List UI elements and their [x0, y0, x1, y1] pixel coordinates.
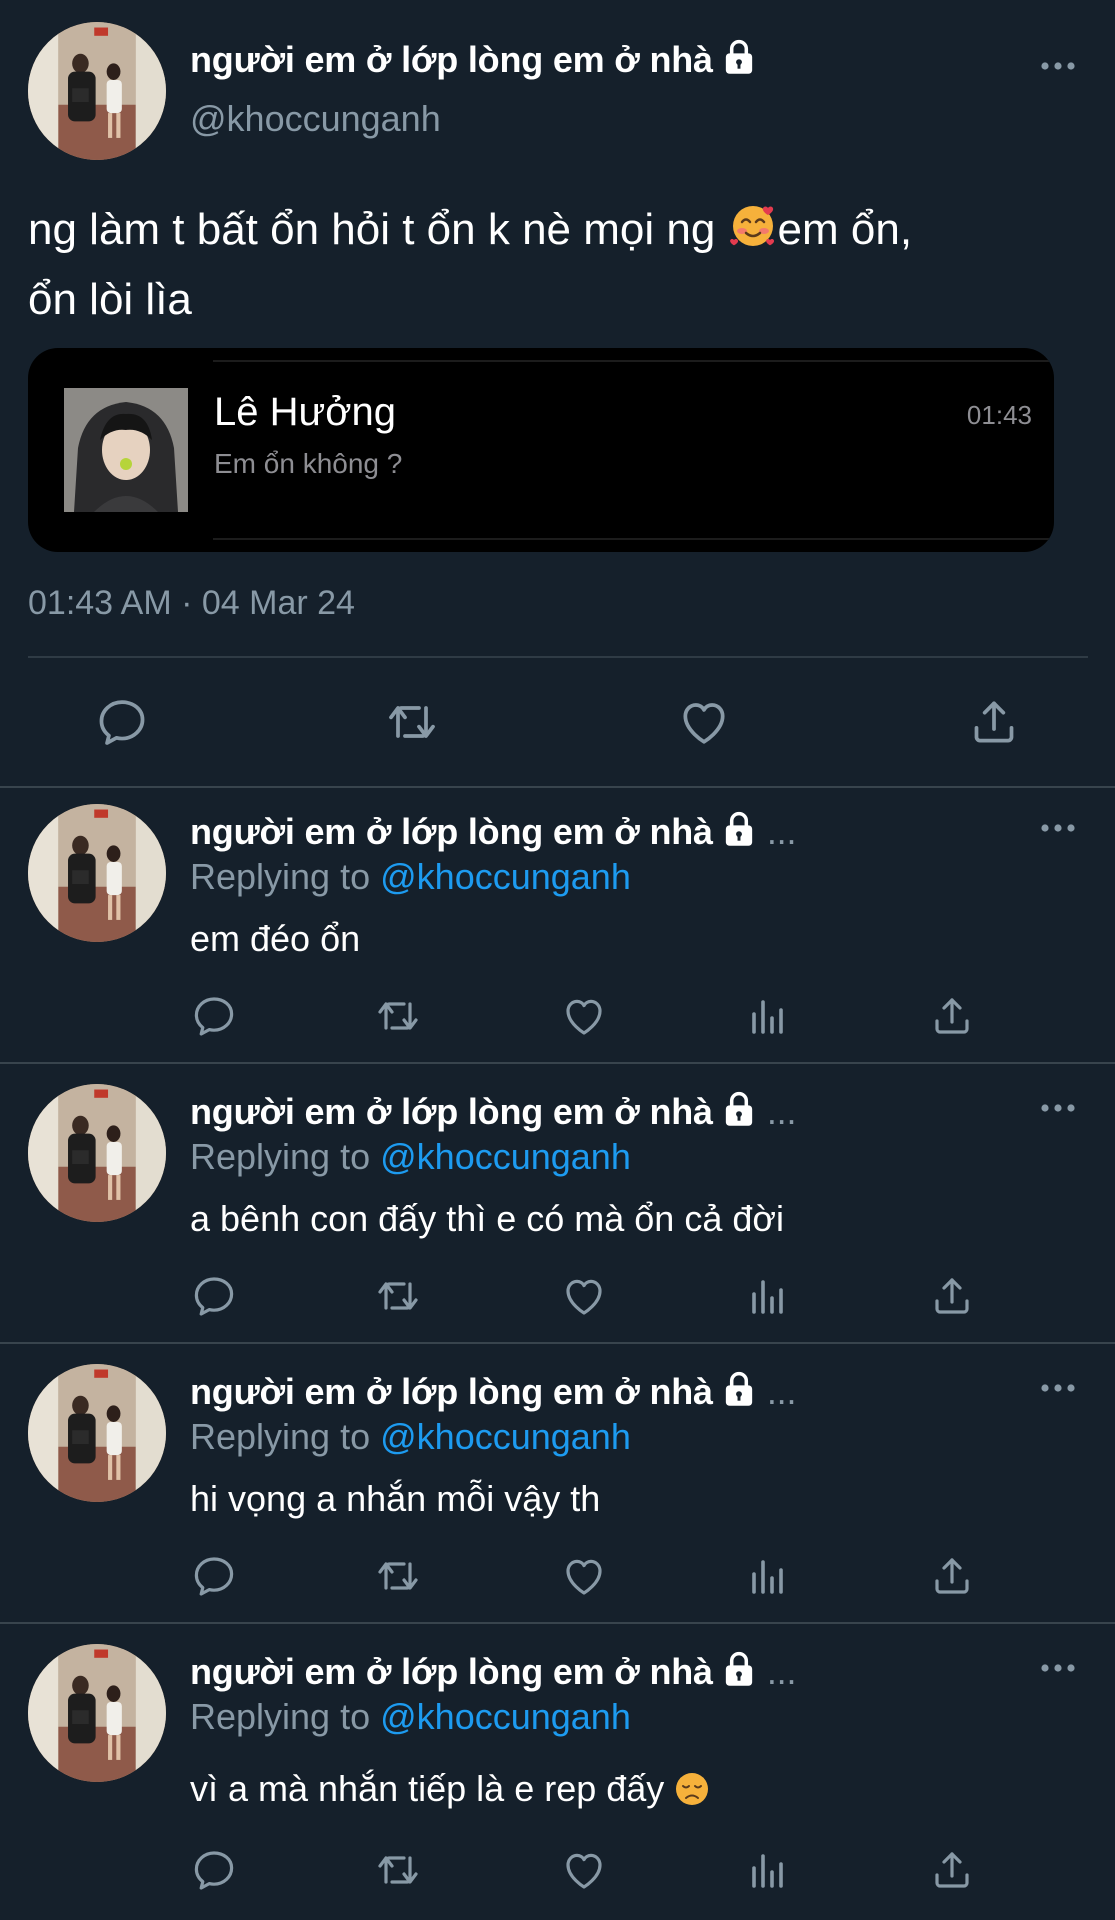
retweet-icon[interactable] — [374, 992, 422, 1040]
replying-prefix: Replying to — [190, 856, 371, 897]
mention-link[interactable]: @khoccunganh — [380, 1696, 631, 1737]
mention-link[interactable]: @khoccunganh — [380, 1136, 631, 1177]
replying-prefix: Replying to — [190, 1136, 371, 1177]
display-name[interactable]: người em ở lớp lòng em ở nhà... — [190, 1090, 796, 1133]
reply-text: a bênh con đấy thì e có mà ổn cả đời — [190, 1198, 784, 1239]
display-name-text: người em ở lớp lòng em ở nhà — [190, 811, 713, 852]
tweet-text: ng làm t bất ổn hỏi t ổn k nè mọi ng em … — [28, 198, 912, 332]
reply-text-content: vì a mà nhắn tiếp là e rep đấy — [190, 1768, 665, 1809]
display-name[interactable]: người em ở lớp lòng em ở nhà... — [190, 1370, 796, 1413]
media-bottom-line — [213, 538, 1054, 540]
avatar[interactable] — [28, 22, 166, 160]
replying-prefix: Replying to — [190, 1696, 371, 1737]
reply-icon[interactable] — [190, 1846, 238, 1894]
retweet-icon[interactable] — [374, 1846, 422, 1894]
tweet-divider — [0, 1062, 1115, 1064]
tweet-text-line2: ổn lòi lìa — [28, 275, 192, 324]
reply-text: hi vọng a nhắn mỗi vậy th — [190, 1478, 601, 1519]
tweet-divider — [0, 1622, 1115, 1624]
display-name-text: người em ở lớp lòng em ở nhà — [190, 1091, 713, 1132]
share-icon[interactable] — [928, 992, 976, 1040]
lock-icon — [721, 38, 757, 76]
name-ellipsis: ... — [766, 1651, 797, 1692]
share-icon[interactable] — [928, 1272, 976, 1320]
analytics-icon[interactable] — [744, 1846, 792, 1894]
analytics-icon[interactable] — [744, 992, 792, 1040]
avatar[interactable] — [28, 1084, 166, 1222]
tweet-media[interactable]: Lê Hưởng Em ổn không ? 01:43 — [28, 348, 1054, 552]
like-icon[interactable] — [560, 1846, 608, 1894]
contact-name: Lê Hưởng — [214, 390, 396, 434]
lock-icon — [721, 1370, 757, 1408]
timestamp-divider — [28, 656, 1088, 658]
retweet-icon[interactable] — [384, 694, 440, 750]
display-name-text: người em ở lớp lòng em ở nhà — [190, 39, 713, 80]
like-icon[interactable] — [560, 992, 608, 1040]
more-icon[interactable] — [1040, 1382, 1076, 1394]
like-icon[interactable] — [676, 694, 732, 750]
reply-text: em đéo ổn — [190, 918, 361, 959]
more-icon[interactable] — [1040, 60, 1076, 72]
media-top-line — [213, 360, 1054, 362]
tweet-text-line1-part1: ng làm t bất ổn hỏi t ổn k nè mọi ng — [28, 205, 716, 254]
contact-photo — [64, 388, 188, 512]
more-icon[interactable] — [1040, 1102, 1076, 1114]
reply-text: vì a mà nhắn tiếp là e rep đấy — [190, 1768, 710, 1816]
display-name[interactable]: người em ở lớp lòng em ở nhà... — [190, 810, 796, 853]
mention-link[interactable]: @khoccunganh — [380, 856, 631, 897]
name-ellipsis: ... — [766, 811, 797, 852]
message-preview: Em ổn không ? — [214, 448, 403, 479]
tweet-text-line1-part2: em ổn, — [777, 205, 913, 254]
mention-link[interactable]: @khoccunganh — [380, 1416, 631, 1457]
replying-to: Replying to @khoccunganh — [190, 856, 631, 898]
lock-icon — [721, 810, 757, 848]
avatar[interactable] — [28, 804, 166, 942]
name-ellipsis: ... — [766, 1091, 797, 1132]
disappointed-face-emoji — [674, 1771, 710, 1816]
avatar[interactable] — [28, 1644, 166, 1782]
display-name[interactable]: người em ở lớp lòng em ở nhà... — [190, 1650, 796, 1693]
message-time: 01:43 — [966, 400, 1032, 430]
more-icon[interactable] — [1040, 1662, 1076, 1674]
replying-to: Replying to @khoccunganh — [190, 1136, 631, 1178]
name-ellipsis: ... — [766, 1371, 797, 1412]
reply-icon[interactable] — [94, 694, 150, 750]
tweet-divider — [0, 786, 1115, 788]
tweet-timestamp[interactable]: 01:43 AM · 04 Mar 24 — [28, 584, 355, 623]
lock-icon — [721, 1090, 757, 1128]
share-icon[interactable] — [966, 694, 1022, 750]
smiling-face-with-hearts-emoji — [728, 200, 778, 268]
lock-icon — [721, 1650, 757, 1688]
reply-icon[interactable] — [190, 1272, 238, 1320]
share-icon[interactable] — [928, 1846, 976, 1894]
replying-to: Replying to @khoccunganh — [190, 1416, 631, 1458]
replying-prefix: Replying to — [190, 1416, 371, 1457]
like-icon[interactable] — [560, 1272, 608, 1320]
avatar[interactable] — [28, 1364, 166, 1502]
retweet-icon[interactable] — [374, 1552, 422, 1600]
reply-icon[interactable] — [190, 1552, 238, 1600]
analytics-icon[interactable] — [744, 1272, 792, 1320]
more-icon[interactable] — [1040, 822, 1076, 834]
user-handle[interactable]: @khoccunganh — [190, 98, 441, 140]
tweet-divider — [0, 1342, 1115, 1344]
share-icon[interactable] — [928, 1552, 976, 1600]
display-name[interactable]: người em ở lớp lòng em ở nhà — [190, 38, 757, 81]
reply-icon[interactable] — [190, 992, 238, 1040]
display-name-text: người em ở lớp lòng em ở nhà — [190, 1651, 713, 1692]
like-icon[interactable] — [560, 1552, 608, 1600]
retweet-icon[interactable] — [374, 1272, 422, 1320]
analytics-icon[interactable] — [744, 1552, 792, 1600]
display-name-text: người em ở lớp lòng em ở nhà — [190, 1371, 713, 1412]
replying-to: Replying to @khoccunganh — [190, 1696, 631, 1738]
